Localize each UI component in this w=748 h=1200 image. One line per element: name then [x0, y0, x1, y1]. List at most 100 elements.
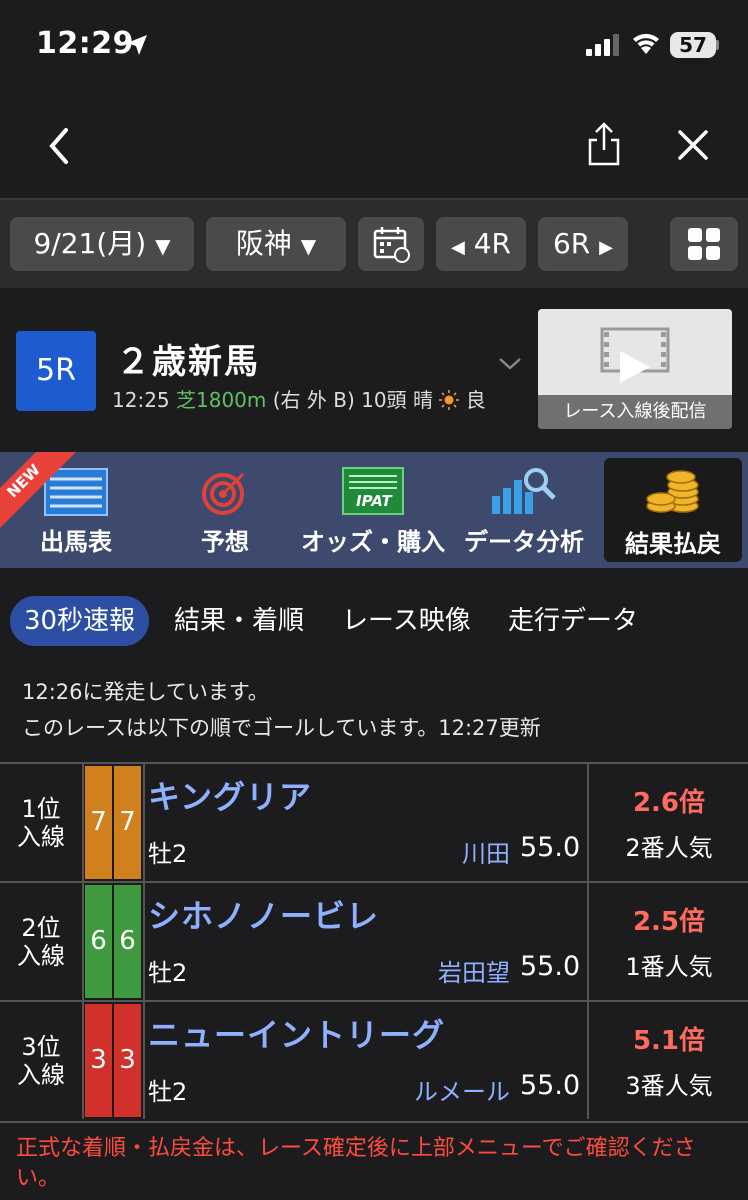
results-table: 1位 入線 7 7 キングリア 牡2 川田 55.0 2.6倍 2番人気 2位 入線…: [0, 762, 748, 1123]
race-video-thumbnail[interactable]: レース入線後配信: [538, 309, 732, 429]
race-header: 5R ２歳新馬 12:25 芝1800m (右 外 B) 10頭 晴 良 レース…: [0, 288, 748, 452]
horse-number: 6: [114, 885, 141, 998]
odds: 2.5倍: [632, 907, 706, 937]
jockey-name[interactable]: ルメール: [414, 1072, 510, 1107]
date-select[interactable]: 9/21(月) ▼: [10, 217, 194, 271]
horse-number: 3: [114, 1004, 141, 1117]
weight: 55.0: [520, 951, 581, 982]
popularity: 1番人気: [625, 953, 713, 981]
rank: 3位: [21, 1032, 61, 1061]
rank-cell: 3位 入線: [0, 1002, 82, 1119]
target-icon: [202, 472, 245, 515]
next-race-button[interactable]: 6R ▶: [538, 217, 628, 271]
status-time: 12:29: [36, 26, 134, 61]
caret-down-icon: ▼: [300, 234, 317, 258]
waku-number: 6: [85, 885, 112, 998]
jockey-name[interactable]: 岩田望: [438, 953, 510, 988]
venue-select[interactable]: 阪神 ▼: [206, 217, 346, 271]
cellular-signal-icon: [586, 34, 619, 56]
rank-sub: 入線: [17, 941, 65, 970]
close-icon[interactable]: [676, 128, 710, 162]
rank-cell: 2位 入線: [0, 883, 82, 1000]
calendar-button[interactable]: [358, 217, 424, 271]
nav-bar: [0, 92, 748, 198]
race-course: (右 外 B): [272, 388, 355, 412]
jockey-name[interactable]: 川田: [462, 834, 510, 869]
back-chevron-icon[interactable]: [44, 126, 74, 166]
menu-label: 予想: [201, 528, 249, 556]
expand-chevron-icon[interactable]: [498, 356, 522, 372]
odds: 2.6倍: [632, 788, 706, 818]
race-toolbar: 9/21(月) ▼ 阪神 ▼ ◀ 4R 6R ▶: [0, 200, 748, 288]
sex-age: 牡2: [148, 959, 188, 987]
race-horses: 10頭: [361, 388, 407, 412]
race-condition: 良: [465, 388, 486, 412]
race-info: 12:25 芝1800m (右 外 B) 10頭 晴 良: [112, 384, 486, 413]
prev-race-label: 4R: [473, 227, 512, 260]
status-bar: 12:29 57: [0, 0, 748, 92]
start-message: 12:26に発走しています。: [22, 680, 269, 704]
goal-message: このレースは以下の順でゴールしています。12:27更新: [22, 716, 541, 740]
next-race-label: 6R: [552, 227, 591, 260]
race-title: ２歳新馬: [116, 342, 260, 382]
tab-video[interactable]: レース映像: [342, 596, 471, 646]
table-row[interactable]: 1位 入線 7 7 キングリア 牡2 川田 55.0 2.6倍 2番人気: [0, 762, 748, 883]
weight: 55.0: [520, 832, 581, 863]
menu-item-data[interactable]: データ分析: [448, 452, 600, 568]
wifi-icon: [633, 33, 659, 54]
rank: 2位: [21, 913, 61, 942]
horse-name[interactable]: キングリア: [148, 772, 312, 818]
rank-cell: 1位 入線: [0, 764, 82, 881]
coins-icon: [646, 470, 699, 513]
race-menu: 出馬表 NEW 予想 IPAT オッズ・購入 データ分析 結果払戻: [0, 452, 748, 568]
column-divider: [143, 762, 145, 1119]
notice-text: 正式な着順・払戻金は、レース確定後に上部メニューでご確認ください。: [16, 1136, 696, 1191]
tab-running-data[interactable]: 走行データ: [508, 596, 638, 646]
rank-sub: 入線: [17, 1060, 65, 1089]
calendar-icon: [373, 227, 410, 263]
horse-number: 7: [114, 766, 141, 879]
menu-item-odds[interactable]: IPAT オッズ・購入: [298, 452, 448, 568]
horse-name[interactable]: シホノノービレ: [148, 891, 379, 937]
ipat-icon-text: IPAT: [356, 492, 392, 510]
race-number-badge: 5R: [16, 331, 96, 411]
waku-number: 3: [85, 1004, 112, 1117]
prev-race-button[interactable]: ◀ 4R: [436, 217, 526, 271]
menu-item-result[interactable]: 結果払戻: [604, 458, 742, 562]
odds: 5.1倍: [632, 1026, 706, 1056]
location-arrow-icon: [127, 35, 147, 55]
sex-age: 牡2: [148, 840, 188, 868]
popularity: 3番人気: [625, 1072, 713, 1100]
tab-kekka[interactable]: 結果・着順: [174, 596, 304, 646]
battery-cap: [716, 40, 719, 50]
rank: 1位: [21, 794, 61, 823]
caret-left-icon: ◀: [450, 237, 465, 258]
table-row[interactable]: 3位 入線 3 3 ニューイントリーグ 牡2 ルメール 55.0 5.1倍 3番人…: [0, 1000, 748, 1123]
weight: 55.0: [520, 1070, 581, 1101]
chart-magnifier-icon: [492, 468, 556, 514]
tab-sokuho[interactable]: 30秒速報: [10, 596, 150, 646]
race-distance: 芝1800m: [176, 388, 267, 412]
menu-item-yoso[interactable]: 予想: [152, 452, 298, 568]
share-icon[interactable]: [586, 122, 622, 166]
menu-item-shutuba[interactable]: 出馬表 NEW: [0, 452, 152, 568]
waku-number: 7: [85, 766, 112, 879]
menu-label: オッズ・購入: [301, 528, 445, 556]
sun-icon: [439, 390, 460, 410]
rank-sub: 入線: [17, 822, 65, 851]
column-divider: [587, 762, 589, 1119]
race-time: 12:25: [112, 388, 170, 412]
battery-indicator: 57: [670, 32, 716, 58]
result-tabs: 30秒速報 結果・着順 レース映像 走行データ: [0, 596, 748, 648]
caret-right-icon: ▶: [599, 237, 614, 258]
venue-select-label: 阪神: [235, 227, 292, 260]
menu-label: 結果払戻: [625, 530, 721, 558]
popularity: 2番人気: [625, 834, 713, 862]
column-divider: [82, 762, 84, 1119]
race-weather: 晴: [412, 388, 433, 412]
horse-name[interactable]: ニューイントリーグ: [148, 1010, 445, 1056]
grid-menu-button[interactable]: [670, 217, 738, 271]
sex-age: 牡2: [148, 1078, 188, 1106]
caret-down-icon: ▼: [155, 234, 171, 258]
table-row[interactable]: 2位 入線 6 6 シホノノービレ 牡2 岩田望 55.0 2.5倍 1番人気: [0, 881, 748, 1002]
